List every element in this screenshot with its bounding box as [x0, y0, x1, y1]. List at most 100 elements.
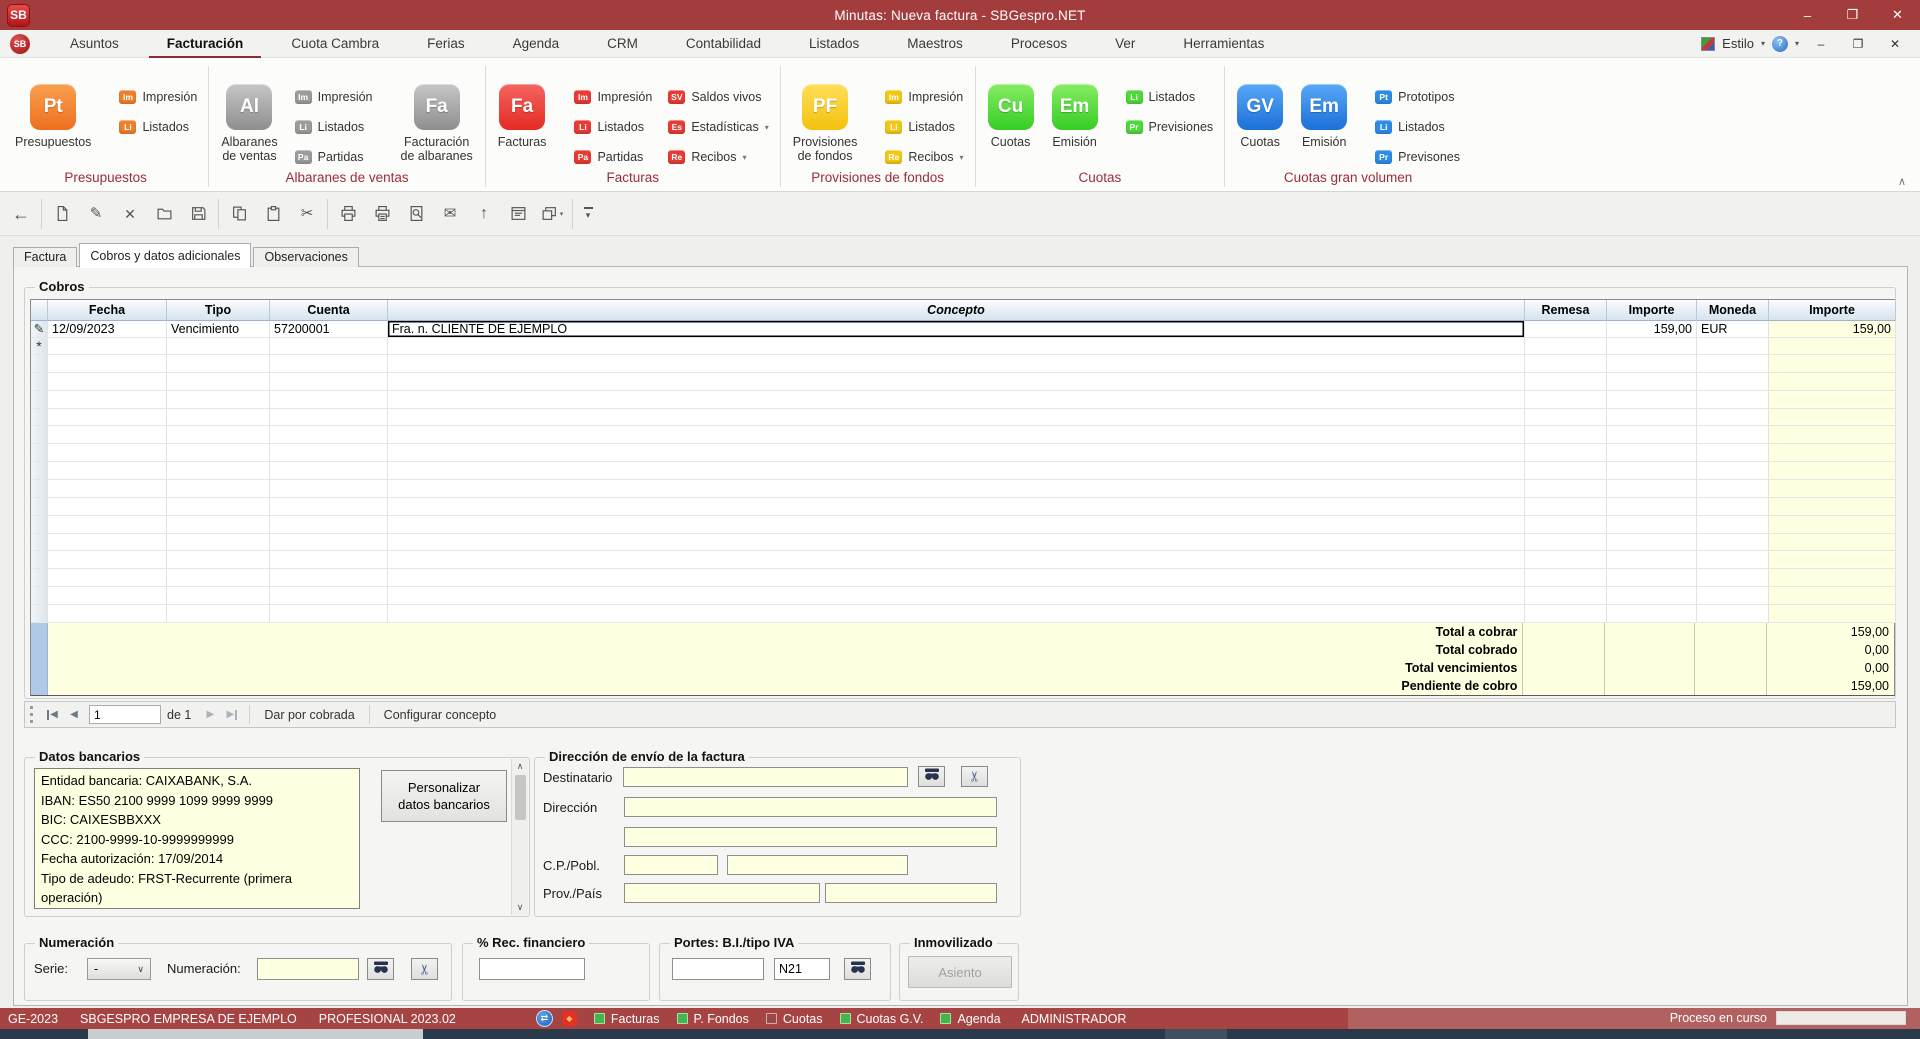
- column-header-selector[interactable]: [31, 300, 48, 321]
- taskbar-app-button[interactable]: [1165, 1029, 1227, 1039]
- restore-button[interactable]: ❐: [1830, 0, 1875, 30]
- notification-icon[interactable]: ◆: [562, 1011, 577, 1026]
- toolbar-copy-button[interactable]: [222, 197, 256, 231]
- module-indicator-p-fondos[interactable]: P. Fondos: [677, 1012, 749, 1026]
- row-edit-indicator[interactable]: ✎: [31, 321, 48, 338]
- ribbon-button-prototipos[interactable]: PtPrototipos: [1375, 90, 1460, 104]
- help-icon[interactable]: ?: [1772, 36, 1788, 52]
- close-inner-button[interactable]: ✕: [1880, 37, 1910, 51]
- cell-moneda[interactable]: EUR: [1697, 321, 1769, 338]
- cell-importe[interactable]: 159,00: [1607, 321, 1697, 338]
- toolbar-preview-button[interactable]: [399, 197, 433, 231]
- menu-item-crm[interactable]: CRM: [583, 30, 662, 58]
- drag-grip[interactable]: [30, 706, 34, 723]
- cell-importe_eur[interactable]: 159,00: [1769, 321, 1896, 338]
- ribbon-button-estadisticas[interactable]: EsEstadísticas▾: [668, 120, 768, 134]
- cell-fecha[interactable]: [48, 338, 167, 355]
- menu-item-cuota-cambra[interactable]: Cuota Cambra: [267, 30, 403, 58]
- direccion-input-2[interactable]: [624, 827, 997, 847]
- ribbon-button-cuotas[interactable]: CuCuotas: [979, 84, 1043, 149]
- poblacion-input[interactable]: [727, 855, 908, 875]
- numeracion-input[interactable]: [257, 958, 359, 980]
- module-indicator-facturas[interactable]: Facturas: [594, 1012, 660, 1026]
- tab-factura[interactable]: Factura: [13, 247, 77, 267]
- toolbar-open-button[interactable]: [147, 197, 181, 231]
- minimize-button[interactable]: –: [1785, 0, 1830, 30]
- ribbon-button-previsiones[interactable]: PrPrevisiones: [1126, 120, 1214, 134]
- cell-concepto[interactable]: Fra. n. CLIENTE DE EJEMPLO: [388, 321, 1525, 338]
- ribbon-button-partidas[interactable]: PaPartidas: [295, 150, 373, 164]
- ribbon-button-facturas[interactable]: FaFacturas: [489, 84, 556, 149]
- scroll-up-icon[interactable]: ∧: [517, 761, 524, 772]
- ribbon-button-albaranes-de-ventas[interactable]: AlAlbaranes de ventas: [212, 84, 286, 163]
- ribbon-button-listados[interactable]: LiListados: [1126, 90, 1214, 104]
- toolbar-cut-button[interactable]: ✂: [290, 197, 324, 231]
- ribbon-button-listados[interactable]: LiListados: [1375, 120, 1460, 134]
- dar-por-cobrada-button[interactable]: Dar por cobrada: [256, 708, 362, 722]
- toolbar-export-up-button[interactable]: ↑: [467, 197, 501, 231]
- ribbon-button-recibos[interactable]: ReRecibos▾: [668, 150, 768, 164]
- provincia-input[interactable]: [624, 883, 820, 903]
- module-indicator-cuotas[interactable]: Cuotas: [766, 1012, 823, 1026]
- ribbon-button-impresion[interactable]: ImImpresión: [295, 90, 373, 104]
- clear-numeracion-button[interactable]: ✂: [411, 958, 438, 980]
- ribbon-button-listados[interactable]: LiListados: [119, 120, 197, 134]
- configurar-concepto-button[interactable]: Configurar concepto: [376, 708, 505, 722]
- next-record-button[interactable]: ▶: [199, 709, 221, 720]
- toolbar-back-button[interactable]: ←: [4, 197, 38, 231]
- ribbon-button-impresion[interactable]: ImImpresión: [574, 90, 652, 104]
- ribbon-button-impresion[interactable]: ImImpresión: [119, 90, 197, 104]
- toolbar-cascade-windows-button[interactable]: ▾: [535, 197, 569, 231]
- menu-item-procesos[interactable]: Procesos: [987, 30, 1091, 58]
- menu-item-herramientas[interactable]: Herramientas: [1159, 30, 1288, 58]
- cell-tipo[interactable]: [167, 338, 270, 355]
- column-header-cuenta-3[interactable]: Cuenta: [270, 300, 388, 321]
- clear-destinatario-button[interactable]: ✂: [961, 766, 988, 787]
- toolbar-edit-button[interactable]: ✎: [79, 197, 113, 231]
- menu-item-contabilidad[interactable]: Contabilidad: [662, 30, 785, 58]
- menu-item-facturacion[interactable]: Facturación: [143, 30, 268, 58]
- cell-concepto[interactable]: [388, 338, 1525, 355]
- menu-item-maestros[interactable]: Maestros: [883, 30, 987, 58]
- search-tipo-iva-button[interactable]: [844, 958, 871, 980]
- taskbar-app-button[interactable]: [88, 1029, 423, 1039]
- toolbar-new-document-button[interactable]: [45, 197, 79, 231]
- search-destinatario-button[interactable]: [918, 766, 945, 787]
- toolbar-window-list-button[interactable]: [501, 197, 535, 231]
- destinatario-input[interactable]: [623, 767, 908, 787]
- previous-record-button[interactable]: ◀: [63, 709, 85, 720]
- ribbon-button-recibos[interactable]: ReRecibos▾: [885, 150, 963, 164]
- cell-cuenta[interactable]: 57200001: [270, 321, 388, 338]
- tab-observaciones[interactable]: Observaciones: [253, 247, 358, 267]
- toolbar-print-batch-button[interactable]: [365, 197, 399, 231]
- toolbar-print-button[interactable]: [331, 197, 365, 231]
- cell-remesa[interactable]: [1525, 321, 1607, 338]
- column-header-fecha-1[interactable]: Fecha: [48, 300, 167, 321]
- toolbar-send-email-button[interactable]: ✉: [433, 197, 467, 231]
- menu-item-agenda[interactable]: Agenda: [489, 30, 584, 58]
- estilo-menu[interactable]: Estilo: [1722, 36, 1754, 51]
- last-record-button[interactable]: ▶: [221, 709, 243, 720]
- personalizar-datos-bancarios-button[interactable]: Personalizar datos bancarios: [381, 770, 507, 822]
- column-header-moneda-7[interactable]: Moneda: [1697, 300, 1769, 321]
- minimize-inner-button[interactable]: –: [1806, 37, 1836, 51]
- app-logo-small-icon[interactable]: SB: [10, 34, 30, 54]
- toolbar-paste-button[interactable]: [256, 197, 290, 231]
- ribbon-button-saldos-vivos[interactable]: SVSaldos vivos: [668, 90, 768, 104]
- close-button[interactable]: ✕: [1875, 0, 1920, 30]
- menu-item-asuntos[interactable]: Asuntos: [46, 30, 143, 58]
- menu-item-listados[interactable]: Listados: [785, 30, 883, 58]
- column-header-importe-8[interactable]: Importe: [1769, 300, 1896, 321]
- ribbon-button-emision[interactable]: EmEmisión: [1292, 84, 1356, 149]
- cp-input[interactable]: [624, 855, 718, 875]
- cell-tipo[interactable]: Vencimiento: [167, 321, 270, 338]
- module-indicator-agenda[interactable]: Agenda: [940, 1012, 1000, 1026]
- column-header-tipo-2[interactable]: Tipo: [167, 300, 270, 321]
- ribbon-button-impresion[interactable]: ImImpresión: [885, 90, 963, 104]
- search-numeracion-button[interactable]: [367, 958, 394, 980]
- tipo-iva-input[interactable]: [774, 958, 830, 980]
- tab-cobros-y-datos-adicionales[interactable]: Cobros y datos adicionales: [79, 243, 251, 268]
- datos-bancarios-text[interactable]: Entidad bancaria: CAIXABANK, S.A. IBAN: …: [34, 768, 360, 909]
- toolbar-options-icon[interactable]: ▾: [576, 197, 600, 231]
- cell-fecha[interactable]: 12/09/2023: [48, 321, 167, 338]
